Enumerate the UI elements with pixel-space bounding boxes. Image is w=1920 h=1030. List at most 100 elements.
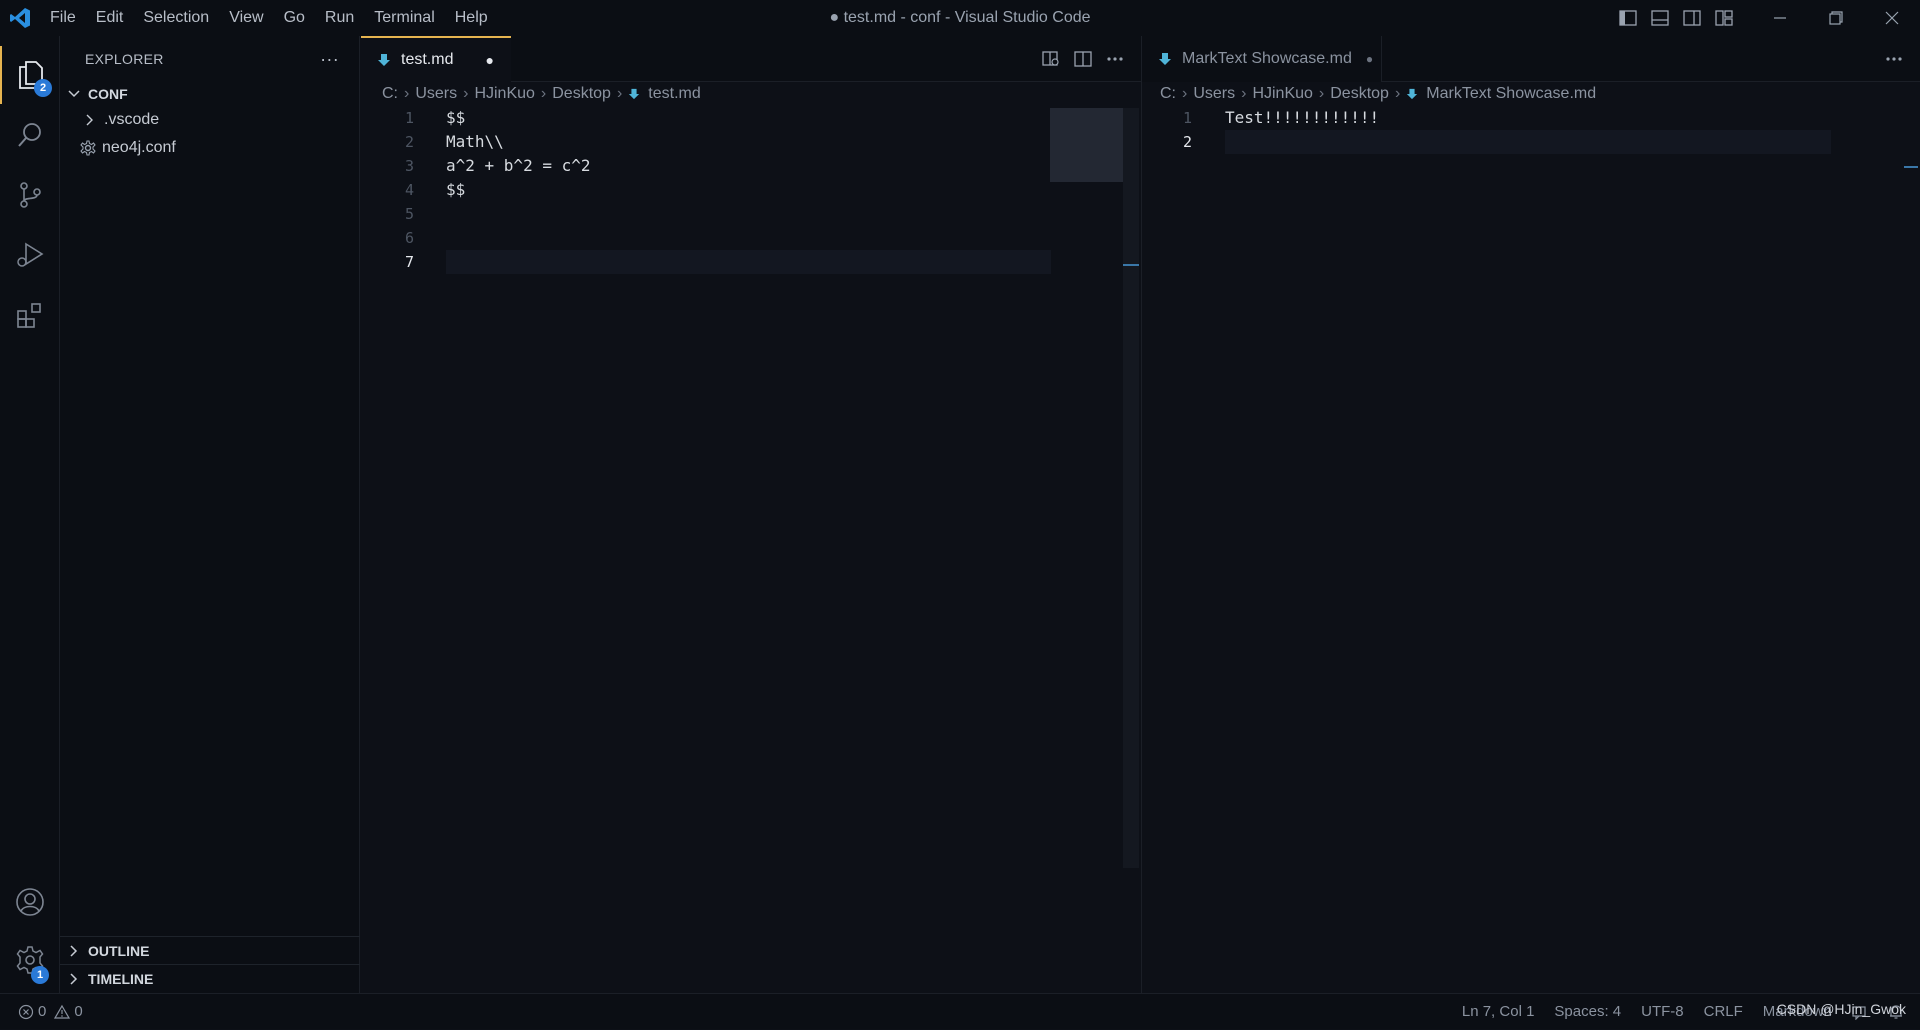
explorer-header: EXPLORER ··· xyxy=(60,36,359,82)
breadcrumb-item[interactable]: C: xyxy=(382,85,398,103)
run-debug-icon[interactable] xyxy=(0,226,60,284)
breadcrumb-item[interactable]: Users xyxy=(415,85,457,103)
menu-run[interactable]: Run xyxy=(315,0,364,36)
markdown-file-icon xyxy=(1159,53,1171,65)
explorer-badge: 2 xyxy=(34,79,52,97)
explorer-sidebar: EXPLORER ··· CONF .vscode neo4j.conf OUT… xyxy=(60,36,360,993)
toggle-primary-sidebar-icon[interactable] xyxy=(1612,0,1644,36)
error-icon xyxy=(18,1004,34,1019)
status-bar: 0 0 Ln 7, Col 1 Spaces: 4 UTF-8 CRLF Mar… xyxy=(0,993,1920,1029)
tree-item-neo4j-conf[interactable]: neo4j.conf xyxy=(60,134,359,162)
error-count: 0 xyxy=(38,1002,47,1020)
indentation[interactable]: Spaces: 4 xyxy=(1544,994,1631,1030)
breadcrumb-item[interactable]: C: xyxy=(1160,85,1176,103)
problems-indicator[interactable]: 0 0 xyxy=(0,994,93,1030)
source-control-icon[interactable] xyxy=(0,166,60,224)
line-number: 3 xyxy=(404,157,414,175)
code-line[interactable] xyxy=(1225,130,1831,154)
toggle-panel-icon[interactable] xyxy=(1644,0,1676,36)
more-actions-icon[interactable] xyxy=(1099,36,1131,82)
warning-icon xyxy=(54,1004,71,1019)
warning-count: 0 xyxy=(74,1002,83,1020)
close-window-icon[interactable] xyxy=(1864,0,1920,36)
accounts-icon[interactable] xyxy=(0,873,60,931)
menu-edit[interactable]: Edit xyxy=(86,0,134,36)
scrollbar-cursor-marker xyxy=(1904,166,1918,168)
breadcrumb-item[interactable]: MarkText Showcase.md xyxy=(1426,85,1596,103)
breadcrumb: C: › Users › HJinKuo › Desktop › test.md xyxy=(382,82,701,106)
code-area[interactable]: Test!!!!!!!!!!!! xyxy=(1225,106,1831,154)
breadcrumb-item[interactable]: Desktop xyxy=(552,85,611,103)
code-line[interactable]: Math\\ xyxy=(446,130,1051,154)
folder-conf[interactable]: CONF xyxy=(60,82,359,106)
line-number-current: 7 xyxy=(404,253,414,271)
more-actions-icon[interactable] xyxy=(1878,36,1910,82)
breadcrumb-item[interactable]: Users xyxy=(1193,85,1235,103)
code-line[interactable] xyxy=(446,250,1051,274)
timeline-section[interactable]: TIMELINE xyxy=(60,964,360,992)
unsaved-dot-icon[interactable]: ● xyxy=(485,52,493,68)
tree-item-label: neo4j.conf xyxy=(102,139,176,156)
editor-actions xyxy=(1878,36,1910,82)
outline-section[interactable]: OUTLINE xyxy=(60,936,360,964)
chevron-right-icon: › xyxy=(1394,85,1401,102)
code-line[interactable] xyxy=(446,202,1051,226)
search-icon[interactable] xyxy=(0,106,60,164)
markdown-file-icon xyxy=(629,88,640,100)
toggle-secondary-sidebar-icon[interactable] xyxy=(1676,0,1708,36)
explorer-more-actions-icon[interactable]: ··· xyxy=(320,49,339,70)
vertical-scrollbar[interactable] xyxy=(1904,108,1918,868)
breadcrumb: C: › Users › HJinKuo › Desktop › MarkText Sh… xyxy=(1160,82,1596,106)
code-area[interactable]: $$ Math\\ a^2 + b^2 = c^2 $$ xyxy=(446,106,1051,274)
code-line[interactable]: a^2 + b^2 = c^2 xyxy=(446,154,1051,178)
breadcrumb-item[interactable]: HJinKuo xyxy=(474,85,534,103)
settings-badge: 1 xyxy=(31,966,49,984)
activity-bar: 2 1 xyxy=(0,36,60,993)
menu-file[interactable]: File xyxy=(40,0,86,36)
title-controls xyxy=(1612,0,1920,36)
chevron-right-icon xyxy=(70,944,78,957)
customize-layout-icon[interactable] xyxy=(1708,0,1740,36)
editor-group-left: test.md ● C: › Users › HJinKuo › Desktop › t… xyxy=(361,36,1141,993)
restore-icon[interactable] xyxy=(1808,0,1864,36)
menu-go[interactable]: Go xyxy=(274,0,315,36)
tree-item-vscode[interactable]: .vscode xyxy=(60,106,359,134)
code-line[interactable]: $$ xyxy=(446,178,1051,202)
chevron-right-icon: › xyxy=(1318,85,1325,102)
markdown-file-icon xyxy=(1407,88,1418,100)
minimap-slider[interactable] xyxy=(1050,108,1123,182)
tab-marktext-showcase-md[interactable]: MarkText Showcase.md ● xyxy=(1142,36,1382,82)
menu-selection[interactable]: Selection xyxy=(133,0,219,36)
breadcrumb-item[interactable]: Desktop xyxy=(1330,85,1389,103)
open-preview-icon[interactable] xyxy=(1035,36,1067,82)
split-editor-icon[interactable] xyxy=(1067,36,1099,82)
breadcrumb-item[interactable]: test.md xyxy=(648,85,700,103)
line-number: 5 xyxy=(404,205,414,223)
tab-bar: MarkText Showcase.md ● xyxy=(1142,36,1920,82)
tab-test-md[interactable]: test.md ● xyxy=(361,36,511,82)
line-number-gutter: 1 2 xyxy=(1142,106,1192,154)
end-of-line[interactable]: CRLF xyxy=(1694,994,1753,1030)
encoding[interactable]: UTF-8 xyxy=(1631,994,1694,1030)
minimize-icon[interactable] xyxy=(1752,0,1808,36)
outline-label: OUTLINE xyxy=(88,942,150,959)
menu-terminal[interactable]: Terminal xyxy=(364,0,444,36)
explorer-icon[interactable]: 2 xyxy=(0,46,60,104)
editor-group-right: MarkText Showcase.md ● C: › Users › HJinKu… xyxy=(1142,36,1920,993)
breadcrumb-item[interactable]: HJinKuo xyxy=(1252,85,1312,103)
menu-help[interactable]: Help xyxy=(445,0,498,36)
chevron-right-icon: › xyxy=(540,85,547,102)
line-number: 6 xyxy=(404,229,414,247)
settings-gear-icon[interactable]: 1 xyxy=(0,931,60,989)
code-line[interactable]: $$ xyxy=(446,106,1051,130)
code-line[interactable]: Test!!!!!!!!!!!! xyxy=(1225,106,1831,130)
menu-view[interactable]: View xyxy=(219,0,273,36)
cursor-position[interactable]: Ln 7, Col 1 xyxy=(1452,994,1545,1030)
chevron-right-icon: › xyxy=(1241,85,1247,102)
watermark: CSDN @HJin_Gwok xyxy=(1776,1001,1906,1017)
extensions-icon[interactable] xyxy=(0,286,60,344)
code-line[interactable] xyxy=(446,226,1051,250)
vertical-scrollbar[interactable] xyxy=(1123,108,1139,868)
unsaved-dot-icon[interactable]: ● xyxy=(1366,52,1373,66)
chevron-down-icon xyxy=(68,90,80,98)
